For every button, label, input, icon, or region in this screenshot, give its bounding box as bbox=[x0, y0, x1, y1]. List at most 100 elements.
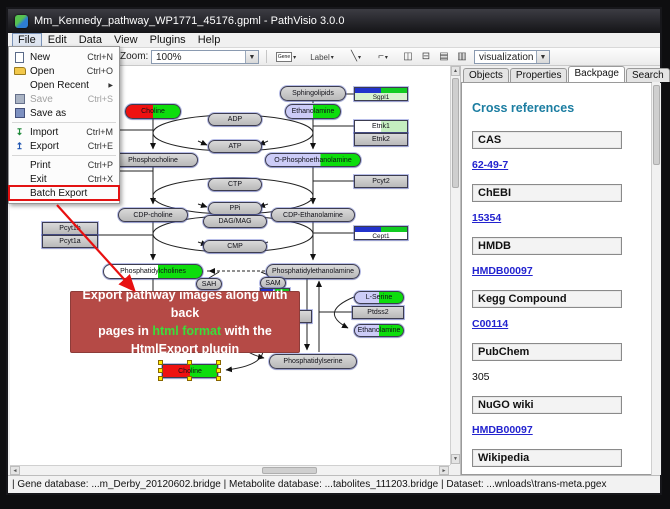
zoom-value: 100% bbox=[156, 52, 182, 63]
combo-arrow-icon[interactable]: ▼ bbox=[245, 51, 258, 63]
menu-item-open[interactable]: Open Ctrl+O bbox=[9, 64, 119, 78]
combo-arrow-icon[interactable]: ▼ bbox=[536, 51, 549, 63]
node-gene[interactable]: Cept1 bbox=[354, 226, 408, 240]
node-metabolite[interactable]: CDP-choline bbox=[118, 208, 188, 222]
node-metabolite[interactable]: CDP-Ethanolamine bbox=[271, 208, 355, 222]
node-metabolite[interactable]: Sphingolipids bbox=[280, 86, 346, 101]
menu-separator bbox=[12, 122, 116, 123]
node-metabolite[interactable]: CTP bbox=[208, 178, 262, 191]
stack-vertical-button[interactable]: ▤ bbox=[436, 50, 452, 64]
zoom-combobox[interactable]: 100% ▼ bbox=[151, 50, 259, 64]
menu-plugins[interactable]: Plugins bbox=[144, 33, 192, 47]
selection-handle[interactable] bbox=[158, 376, 163, 381]
menu-item-save-as[interactable]: Save as bbox=[9, 106, 119, 120]
connector-tool-button[interactable]: ⌐ ▾ bbox=[371, 50, 395, 64]
xref-title: NuGO wiki bbox=[472, 396, 622, 414]
selection-handle[interactable] bbox=[216, 360, 221, 365]
pathvisio-app-icon bbox=[15, 15, 28, 28]
scroll-thumb[interactable] bbox=[262, 467, 317, 474]
scroll-left-icon[interactable]: ◄ bbox=[10, 466, 20, 475]
node-metabolite[interactable]: ATP bbox=[208, 140, 262, 153]
xref-title: PubChem bbox=[472, 343, 622, 361]
canvas-horizontal-scrollbar[interactable]: ◄ ► bbox=[10, 465, 450, 475]
xref-value: 305 bbox=[472, 371, 490, 383]
callout-line2: pages in html format with the bbox=[98, 322, 272, 340]
menu-help[interactable]: Help bbox=[192, 33, 227, 47]
node-gene[interactable]: Pcyt1a bbox=[42, 235, 98, 248]
gene-tool-button[interactable]: Gene ▾ bbox=[271, 50, 301, 64]
menu-data[interactable]: Data bbox=[73, 33, 108, 47]
xref-section-wikipedia: Wikipedia Choline bbox=[472, 449, 643, 475]
node-gene[interactable]: Pcyt2 bbox=[354, 175, 408, 188]
node-gene[interactable]: Etnk2 bbox=[354, 133, 408, 146]
dropdown-arrow-icon: ▾ bbox=[293, 54, 296, 61]
node-gene[interactable]: Ptdss2 bbox=[352, 306, 404, 319]
xref-title: Kegg Compound bbox=[472, 290, 622, 308]
selection-handle[interactable] bbox=[187, 376, 192, 381]
menu-item-print[interactable]: Print Ctrl+P bbox=[9, 158, 119, 172]
side-panel: Objects Properties Backpage Search Legen… bbox=[460, 66, 660, 475]
open-folder-icon bbox=[13, 66, 26, 77]
xref-link[interactable]: 15354 bbox=[472, 212, 501, 224]
tab-properties[interactable]: Properties bbox=[510, 68, 568, 82]
menu-item-new[interactable]: New Ctrl+N bbox=[9, 50, 119, 64]
selection-handle[interactable] bbox=[158, 360, 163, 365]
tab-search[interactable]: Search bbox=[626, 68, 670, 82]
node-metabolite[interactable]: Phosphocholine bbox=[108, 153, 198, 167]
align-vertical-icon: ⊟ bbox=[422, 52, 430, 62]
scroll-thumb[interactable] bbox=[653, 85, 660, 165]
stack-horizontal-button[interactable]: ▥ bbox=[454, 50, 470, 64]
node-metabolite[interactable]: Ethanolamine bbox=[354, 324, 404, 337]
selection-handle[interactable] bbox=[187, 360, 192, 365]
menu-item-batch-export[interactable]: Batch Export bbox=[9, 186, 119, 200]
node-metabolite[interactable]: Phosphatidylcholines bbox=[103, 264, 203, 279]
node-gene[interactable]: Etnk1 bbox=[354, 120, 408, 133]
menu-edit[interactable]: Edit bbox=[42, 33, 73, 47]
xref-link[interactable]: 62-49-7 bbox=[472, 159, 508, 171]
scroll-down-icon[interactable]: ▼ bbox=[451, 454, 460, 464]
cross-references-heading: Cross references bbox=[472, 101, 643, 115]
xref-link[interactable]: HMDB00097 bbox=[472, 424, 533, 436]
menu-item-open-recent[interactable]: Open Recent ▶ bbox=[9, 78, 119, 92]
align-horizontal-button[interactable]: ◫ bbox=[400, 50, 416, 64]
menu-item-export[interactable]: ↥ Export Ctrl+E bbox=[9, 139, 119, 153]
canvas-vertical-scrollbar[interactable]: ▲ ▼ bbox=[450, 66, 460, 465]
node-gene[interactable]: Pcyt1b bbox=[42, 222, 98, 235]
tab-objects[interactable]: Objects bbox=[463, 68, 509, 82]
visualization-combobox[interactable]: visualization ▼ bbox=[474, 50, 550, 64]
align-vertical-button[interactable]: ⊟ bbox=[418, 50, 434, 64]
xref-title: Wikipedia bbox=[472, 449, 622, 467]
node-metabolite[interactable]: DAG/MAG bbox=[203, 215, 267, 228]
menu-item-import[interactable]: ↧ Import Ctrl+M bbox=[9, 125, 119, 139]
node-metabolite[interactable]: PPi bbox=[208, 202, 262, 215]
node-metabolite[interactable]: Choline bbox=[125, 104, 181, 119]
title-bar[interactable]: Mm_Kennedy_pathway_WP1771_45176.gpml - P… bbox=[8, 9, 660, 33]
dropdown-arrow-icon: ▾ bbox=[358, 54, 361, 61]
scroll-thumb[interactable] bbox=[452, 78, 459, 188]
menu-item-exit[interactable]: Exit Ctrl+X bbox=[9, 172, 119, 186]
node-metabolite[interactable]: ADP bbox=[208, 113, 262, 126]
scroll-right-icon[interactable]: ► bbox=[439, 466, 449, 475]
label-tool-button[interactable]: Label ▾ bbox=[304, 50, 340, 64]
node-metabolite[interactable]: Phosphatidylserine bbox=[269, 354, 357, 369]
xref-link[interactable]: HMDB00097 bbox=[472, 265, 533, 277]
xref-section-hmdb: HMDB HMDB00097 bbox=[472, 237, 643, 279]
xref-link[interactable]: C00114 bbox=[472, 318, 508, 330]
scroll-up-icon[interactable]: ▲ bbox=[451, 66, 460, 76]
visualization-value: visualization bbox=[479, 52, 533, 63]
node-gene[interactable]: Sgpl1 bbox=[354, 87, 408, 101]
menu-view[interactable]: View bbox=[108, 33, 144, 47]
node-metabolite[interactable]: CMP bbox=[203, 240, 267, 253]
toolbar-separator bbox=[266, 50, 267, 63]
selection-handle[interactable] bbox=[216, 368, 221, 373]
node-metabolite[interactable]: Ethanolamine bbox=[285, 104, 341, 119]
backpage-panel: Cross references CAS 62-49-7 ChEBI 15354… bbox=[461, 82, 652, 475]
selection-handle[interactable] bbox=[158, 368, 163, 373]
node-metabolite[interactable]: O-Phosphoethanolamine bbox=[265, 153, 361, 167]
selection-handle[interactable] bbox=[216, 376, 221, 381]
node-metabolite[interactable]: L-Serine bbox=[354, 291, 404, 304]
menu-file[interactable]: File bbox=[12, 33, 42, 47]
line-tool-button[interactable]: ╲ ▾ bbox=[344, 50, 368, 64]
tab-backpage[interactable]: Backpage bbox=[568, 66, 624, 82]
panel-scrollbar[interactable] bbox=[651, 83, 661, 475]
